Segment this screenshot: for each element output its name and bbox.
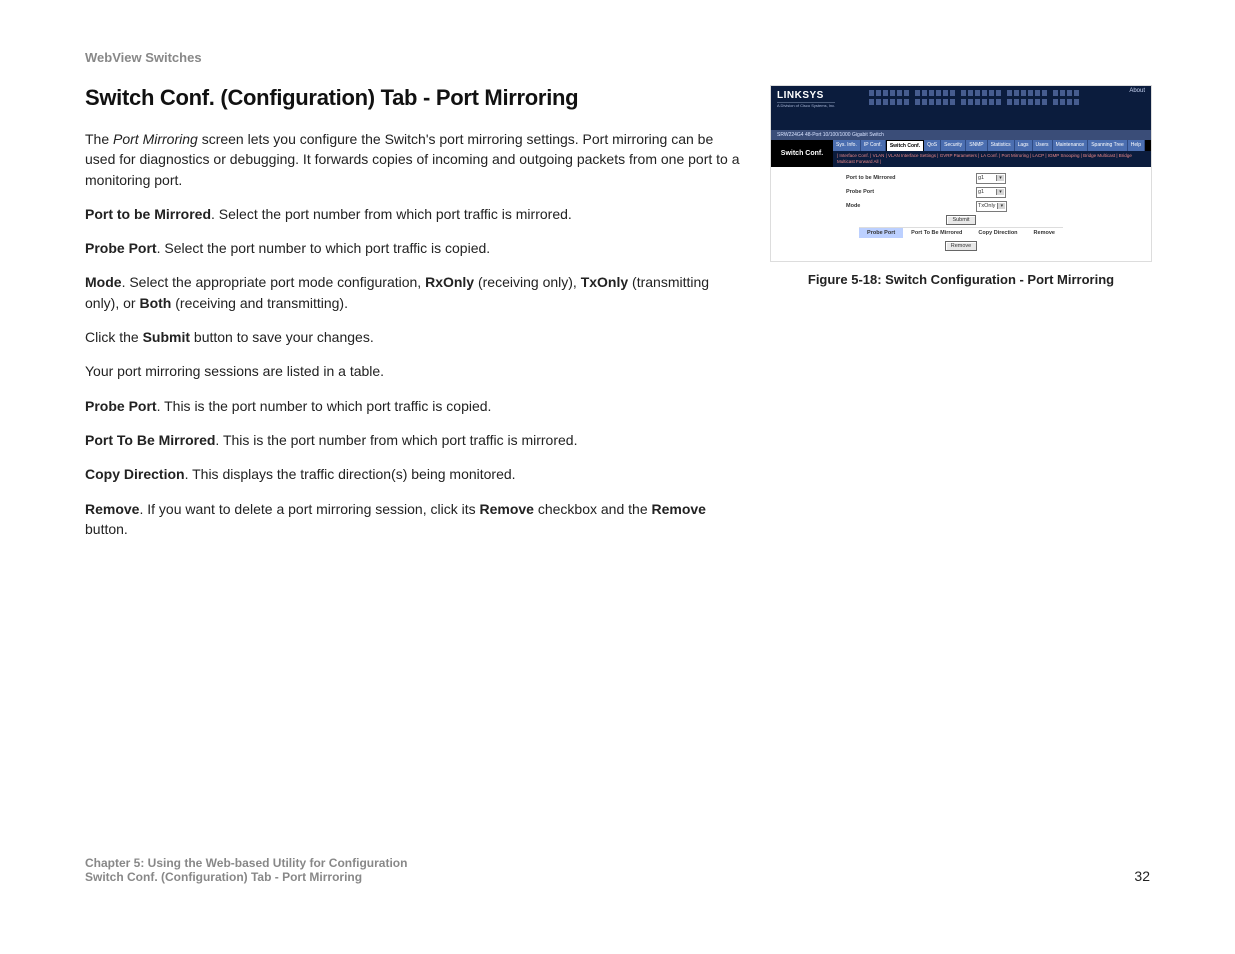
figure-row3-select: TxOnly▾ [976, 201, 1007, 212]
remove-checkbox-label: Remove [480, 501, 534, 517]
footer-section: Switch Conf. (Configuration) Tab - Port … [85, 870, 407, 884]
intro-text-1: The [85, 131, 113, 147]
probe-port-2-paragraph: Probe Port. This is the port number to w… [85, 396, 740, 416]
mode-paragraph: Mode. Select the appropriate port mode c… [85, 272, 740, 313]
remove-text-2: checkbox and the [534, 501, 652, 517]
figure-row3-label: Mode [846, 203, 976, 209]
figure-row3-value: TxOnly [978, 203, 995, 209]
figure-tab: Sys. Info. [833, 140, 861, 151]
footer-chapter: Chapter 5: Using the Web-based Utility f… [85, 856, 407, 870]
figure-tab: Spanning Tree [1088, 140, 1128, 151]
port-to-be-mirrored-2-paragraph: Port To Be Mirrored. This is the port nu… [85, 430, 740, 450]
port-to-be-mirrored-2-label: Port To Be Mirrored [85, 432, 215, 448]
figure-tab: QoS [924, 140, 941, 151]
copy-direction-paragraph: Copy Direction. This displays the traffi… [85, 464, 740, 484]
figure-tab: Switch Conf. [886, 140, 924, 151]
mode-text-1: . Select the appropriate port mode confi… [122, 274, 426, 290]
port-to-be-mirrored-text: . Select the port number from which port… [211, 206, 572, 222]
port-to-be-mirrored-paragraph: Port to be Mirrored. Select the port num… [85, 204, 740, 224]
figure-sub-tabs: | Interface Conf. | VLAN | VLAN Interfac… [833, 151, 1151, 167]
figure-tab: SNMP [966, 140, 987, 151]
figure-tab: Maintenance [1053, 140, 1089, 151]
chevron-down-icon: ▾ [996, 175, 1004, 181]
port-to-be-mirrored-label: Port to be Mirrored [85, 206, 211, 222]
figure-tab: Users [1033, 140, 1053, 151]
sessions-paragraph: Your port mirroring sessions are listed … [85, 361, 740, 381]
submit-text-2: button to save your changes. [190, 329, 374, 345]
port-to-be-mirrored-2-text: . This is the port number from which por… [215, 432, 577, 448]
probe-port-2-label: Probe Port [85, 398, 157, 414]
submit-text-1: Click the [85, 329, 143, 345]
figure-screenshot: LINKSYS A Division of Cisco Systems, Inc… [770, 85, 1152, 262]
mode-text-4: (receiving and transmitting). [171, 295, 348, 311]
running-header: WebView Switches [85, 50, 1150, 65]
submit-paragraph: Click the Submit button to save your cha… [85, 327, 740, 347]
figure-remove-button: Remove [945, 241, 977, 251]
remove-text-1: . If you want to delete a port mirroring… [139, 501, 479, 517]
figure-form-row-2: Probe Port g1 ▾ [846, 187, 1076, 198]
page-title: Switch Conf. (Configuration) Tab - Port … [85, 85, 740, 111]
figure-form-row-1: Port to be Mirrored g1 ▾ [846, 173, 1076, 184]
figure-row2-select: g1 ▾ [976, 187, 1006, 198]
footer-text: Chapter 5: Using the Web-based Utility f… [85, 856, 407, 884]
figure-row2-value: g1 [978, 189, 984, 195]
figure-tab: Help [1128, 140, 1145, 151]
submit-label: Submit [143, 329, 190, 345]
figure-row2-label: Probe Port [846, 189, 976, 195]
figure-main-tabs: Sys. Info.IP Conf.Switch Conf.QoSSecurit… [833, 140, 1151, 151]
figure-side-label: Switch Conf. [771, 140, 833, 167]
remove-label: Remove [85, 501, 139, 517]
probe-port-paragraph: Probe Port. Select the port number to wh… [85, 238, 740, 258]
copy-direction-label: Copy Direction [85, 466, 185, 482]
figure-tab: Lags [1015, 140, 1033, 151]
figure-port-indicators [869, 90, 1141, 105]
figure-caption: Figure 5-18: Switch Configuration - Port… [808, 272, 1114, 287]
figure-submit-button: Submit [946, 215, 975, 225]
main-text-column: Switch Conf. (Configuration) Tab - Port … [85, 85, 740, 553]
probe-port-label: Probe Port [85, 240, 157, 256]
figure-th-copy-direction: Copy Direction [970, 227, 1025, 238]
figure-tab: Statistics [988, 140, 1015, 151]
figure-device-desc: SRW224G4 48-Port 10/100/1000 Gigabit Swi… [771, 130, 1151, 140]
figure-form-row-3: Mode TxOnly▾ [846, 201, 1076, 212]
chevron-down-icon: ▾ [996, 189, 1004, 195]
mode-text-2: (receiving only), [474, 274, 581, 290]
figure-logo: LINKSYS [777, 90, 835, 103]
figure-table-header: Probe Port Port To Be Mirrored Copy Dire… [771, 227, 1151, 238]
remove-button-label: Remove [652, 501, 706, 517]
copy-direction-text: . This displays the traffic direction(s)… [185, 466, 516, 482]
mode-rxonly: RxOnly [425, 274, 474, 290]
figure-row1-value: g1 [978, 175, 984, 181]
remove-text-3: button. [85, 521, 128, 537]
probe-port-text: . Select the port number to which port t… [157, 240, 491, 256]
intro-emphasis: Port Mirroring [113, 131, 198, 147]
figure-th-port-mirrored: Port To Be Mirrored [903, 227, 970, 238]
probe-port-2-text: . This is the port number to which port … [157, 398, 492, 414]
mode-txonly: TxOnly [581, 274, 628, 290]
figure-logo-sub: A Division of Cisco Systems, Inc. [777, 103, 835, 108]
figure-th-probe-port: Probe Port [859, 227, 903, 238]
figure-th-remove: Remove [1026, 227, 1063, 238]
figure-tab: Security [941, 140, 966, 151]
chevron-down-icon: ▾ [997, 203, 1005, 209]
figure-tab: IP Conf. [861, 140, 886, 151]
intro-paragraph: The Port Mirroring screen lets you confi… [85, 129, 740, 190]
mode-both: Both [139, 295, 171, 311]
mode-label: Mode [85, 274, 122, 290]
figure-row1-label: Port to be Mirrored [846, 175, 976, 181]
page-number: 32 [1134, 868, 1150, 884]
remove-paragraph: Remove. If you want to delete a port mir… [85, 499, 740, 540]
figure-row1-select: g1 ▾ [976, 173, 1006, 184]
